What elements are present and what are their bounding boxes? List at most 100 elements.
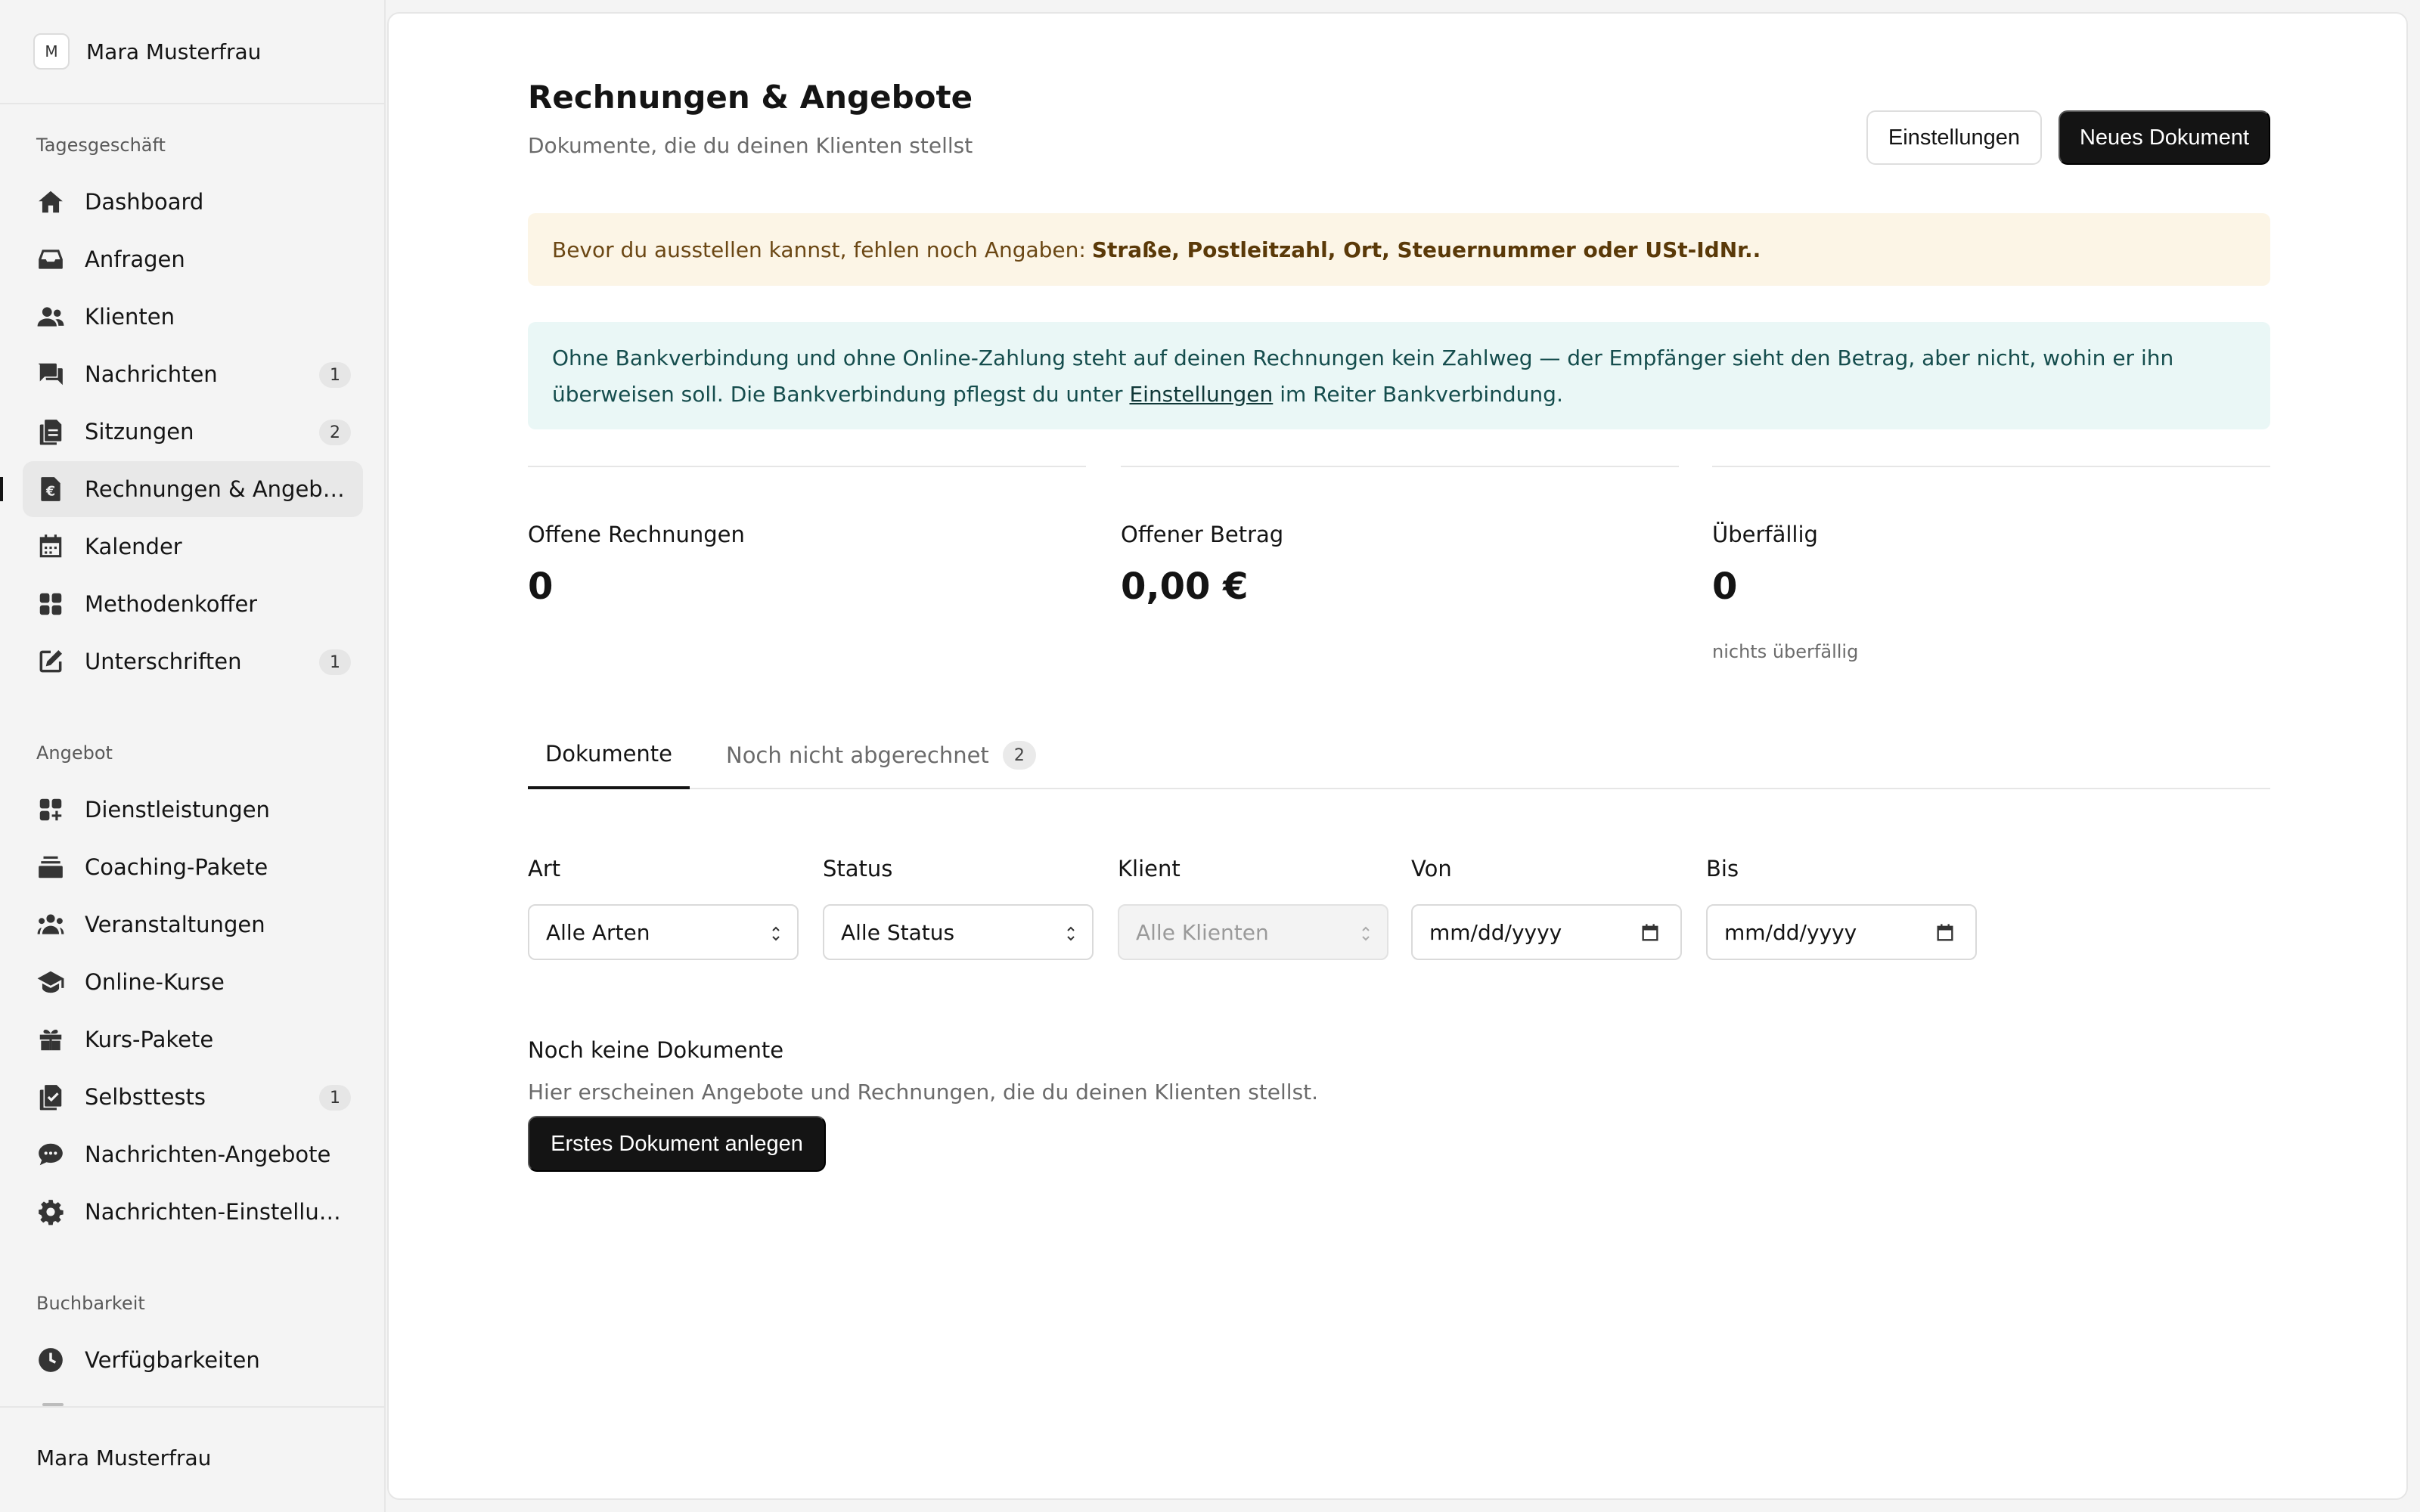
section-label-buchbarkeit: Buchbarkeit	[36, 1293, 145, 1314]
section-label-angebot: Angebot	[36, 742, 113, 764]
sidebar-item-sitzungen[interactable]: Sitzungen 2	[23, 404, 363, 460]
gift-icon	[39, 1029, 62, 1051]
filter-label-status: Status	[823, 856, 893, 881]
workspace-switcher[interactable]: M Mara Musterfrau	[33, 33, 261, 70]
select-value: Alle Status	[841, 919, 955, 945]
page-subtitle: Dokumente, die du deinen Klienten stells…	[528, 133, 973, 158]
empty-state-title: Noch keine Dokumente	[528, 1037, 784, 1063]
user-menu[interactable]: Mara Musterfrau	[36, 1445, 211, 1470]
sidebar-item-dashboard[interactable]: Dashboard	[23, 174, 363, 230]
stack-icon	[39, 856, 63, 878]
sidebar-item-label: Klienten	[85, 304, 175, 330]
sidebar-item-label: Kalender	[85, 534, 182, 559]
sidebar-item-verfuegbarkeiten[interactable]: Verfügbarkeiten	[23, 1332, 363, 1388]
sidebar-item-label: Verfügbarkeiten	[85, 1347, 260, 1373]
sidebar-item-label: Unterschriften	[85, 649, 242, 674]
active-indicator	[0, 477, 3, 501]
new-document-button[interactable]: Neues Dokument	[2059, 110, 2270, 165]
stat-open-amount: Offener Betrag 0,00 €	[1121, 466, 1679, 662]
sidebar-item-label: Dashboard	[85, 189, 204, 215]
count-badge: 2	[1002, 741, 1036, 770]
sidebar-item-label: Nachrichten	[85, 361, 218, 387]
filter-label-von: Von	[1411, 856, 1452, 881]
settings-button[interactable]: Einstellungen	[1866, 110, 2042, 165]
sidebar-item-klienten[interactable]: Klienten	[23, 289, 363, 345]
sidebar-item-label: Coaching-Pakete	[85, 854, 268, 880]
count-badge: 1	[319, 649, 351, 675]
workspace-name: Mara Musterfrau	[86, 39, 262, 64]
home-icon	[39, 191, 63, 213]
status-select[interactable]: Alle Status	[823, 904, 1094, 960]
klient-select: Alle Klienten	[1118, 904, 1388, 960]
select-chevron-icon	[1362, 926, 1370, 941]
select-chevron-icon	[1067, 926, 1075, 941]
sidebar-item-label: Nachrichten-Angebote	[85, 1142, 331, 1167]
warning-text: Bevor du ausstellen kannst, fehlen noch …	[552, 237, 1086, 262]
sidebar-item-online-kurse[interactable]: Online-Kurse	[23, 954, 363, 1010]
apps-plus-icon	[39, 798, 62, 821]
filter-label-klient: Klient	[1118, 856, 1181, 881]
select-chevron-icon	[772, 926, 780, 941]
checklist-icon	[39, 1085, 62, 1111]
sidebar-item-nachrichten-angebote[interactable]: Nachrichten-Angebote	[23, 1126, 363, 1182]
bank-info-notice: Ohne Bankverbindung und ohne Online-Zahl…	[528, 322, 2270, 429]
graduation-cap-icon	[37, 971, 64, 993]
sidebar-item-label: Selbsttests	[85, 1084, 206, 1110]
stat-value: 0	[528, 565, 554, 608]
art-select[interactable]: Alle Arten	[528, 904, 799, 960]
sidebar-item-selbsttests[interactable]: Selbsttests 1	[23, 1069, 363, 1125]
select-value: Alle Arten	[546, 919, 650, 945]
sidebar-item-label: Methodenkoffer	[85, 591, 258, 617]
sidebar-item-label: Sitzungen	[85, 419, 194, 445]
select-value: Alle Klienten	[1136, 919, 1269, 945]
tab-label: Noch nicht abgerechnet	[726, 742, 989, 768]
sidebar-footer-divider	[0, 1406, 386, 1408]
sidebar-item-nachrichten-einstellungen[interactable]: Nachrichten-Einstellungen	[23, 1184, 363, 1240]
count-badge: 2	[319, 420, 351, 445]
calendar-icon[interactable]	[1640, 922, 1661, 943]
sidebar-item-rechnungen-angebote[interactable]: € Rechnungen & Angebote	[23, 461, 363, 517]
filter-label-art: Art	[528, 856, 561, 881]
count-badge: 1	[319, 1085, 351, 1111]
stat-label: Offene Rechnungen	[528, 522, 745, 547]
bis-date-input[interactable]: mm/dd/yyyy	[1706, 904, 1977, 960]
sidebar-item-label: Anfragen	[85, 246, 185, 272]
empty-state-text: Hier erscheinen Angebote und Rechnungen,…	[528, 1080, 1319, 1105]
tab-noch-nicht-abgerechnet[interactable]: Noch nicht abgerechnet 2	[726, 721, 1036, 789]
sidebar-item-kurs-pakete[interactable]: Kurs-Pakete	[23, 1012, 363, 1067]
calendar-icon[interactable]	[1934, 922, 1956, 943]
sidebar-item-anfragen[interactable]: Anfragen	[23, 231, 363, 287]
group-icon	[37, 914, 64, 934]
create-first-document-button[interactable]: Erstes Dokument anlegen	[528, 1116, 826, 1172]
euro-document-icon: €	[41, 477, 60, 501]
sidebar-item-coaching-pakete[interactable]: Coaching-Pakete	[23, 839, 363, 895]
message-bubble-icon	[39, 1143, 63, 1166]
sidebar-divider	[0, 103, 386, 104]
sidebar-item-label: Online-Kurse	[85, 969, 225, 995]
sidebar-item-label: Nachrichten-Einstellungen	[85, 1199, 354, 1225]
sidebar-item-label: Kurs-Pakete	[85, 1027, 214, 1052]
grid-icon	[39, 593, 62, 615]
workspace-avatar: M	[33, 33, 70, 70]
missing-data-warning: Bevor du ausstellen kannst, fehlen noch …	[528, 213, 2270, 286]
filter-label-bis: Bis	[1706, 856, 1739, 881]
sidebar-item-unterschriften[interactable]: Unterschriften 1	[23, 634, 363, 689]
sidebar-item-kalender[interactable]: Kalender	[23, 519, 363, 575]
warning-missing-fields: Straße, Postleitzahl, Ort, Steuernummer …	[1091, 237, 1761, 262]
stat-open-invoices: Offene Rechnungen 0	[528, 466, 1086, 662]
sidebar-item-dienstleistungen[interactable]: Dienstleistungen	[23, 782, 363, 838]
stat-overdue: Überfällig 0 nichts überfällig	[1712, 466, 2270, 662]
sidebar-item-nachrichten[interactable]: Nachrichten 1	[23, 346, 363, 402]
tab-dokumente[interactable]: Dokumente	[528, 721, 690, 789]
inbox-icon	[39, 249, 63, 269]
clock-icon	[39, 1348, 63, 1372]
von-date-input[interactable]: mm/dd/yyyy	[1411, 904, 1682, 960]
sidebar-item-label: Dienstleistungen	[85, 797, 270, 823]
documents-icon	[39, 420, 62, 445]
svg-text:€: €	[45, 485, 55, 500]
info-text-after: im Reiter Bankverbindung.	[1280, 382, 1563, 407]
sidebar-item-methodenkoffer[interactable]: Methodenkoffer	[23, 576, 363, 632]
sidebar-item-veranstaltungen[interactable]: Veranstaltungen	[23, 897, 363, 953]
date-placeholder: mm/dd/yyyy	[1429, 919, 1562, 945]
settings-link[interactable]: Einstellungen	[1129, 382, 1273, 407]
